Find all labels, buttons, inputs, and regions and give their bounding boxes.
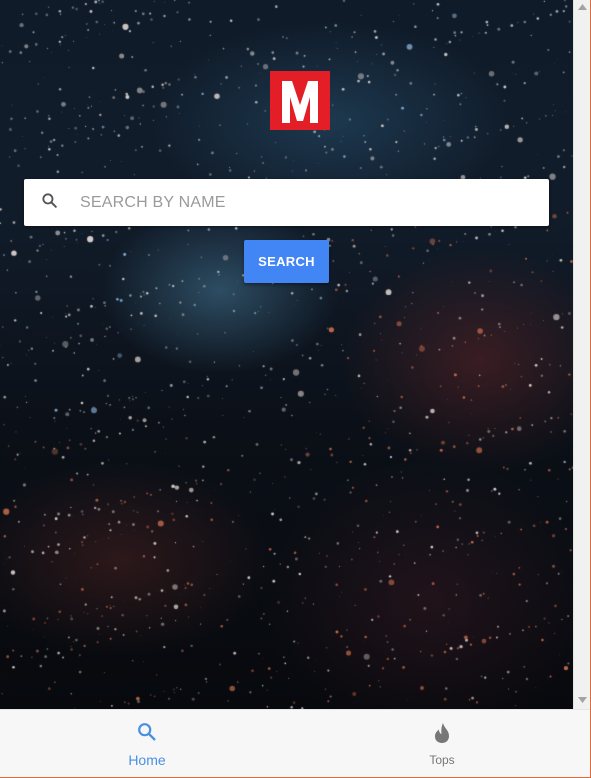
flame-icon bbox=[432, 722, 452, 749]
search-icon bbox=[40, 191, 60, 211]
nav-item-label: Tops bbox=[429, 752, 455, 767]
logo-m-glyph bbox=[282, 80, 318, 123]
search-icon bbox=[136, 721, 158, 748]
nav-item-tops[interactable]: Tops bbox=[362, 710, 522, 778]
app-logo bbox=[270, 71, 330, 130]
bottom-navigation: Home Tops bbox=[0, 709, 590, 777]
scroll-thumb[interactable] bbox=[577, 14, 587, 695]
starfield-background: SEARCH bbox=[0, 0, 573, 709]
scroll-up-arrow-icon[interactable] bbox=[578, 4, 587, 10]
scroll-down-arrow-icon[interactable] bbox=[578, 697, 587, 703]
vertical-scrollbar[interactable] bbox=[573, 0, 590, 709]
nav-item-label: Home bbox=[128, 751, 166, 768]
search-button[interactable]: SEARCH bbox=[244, 240, 329, 283]
search-input[interactable] bbox=[78, 186, 542, 220]
nav-item-home[interactable]: Home bbox=[67, 710, 227, 778]
